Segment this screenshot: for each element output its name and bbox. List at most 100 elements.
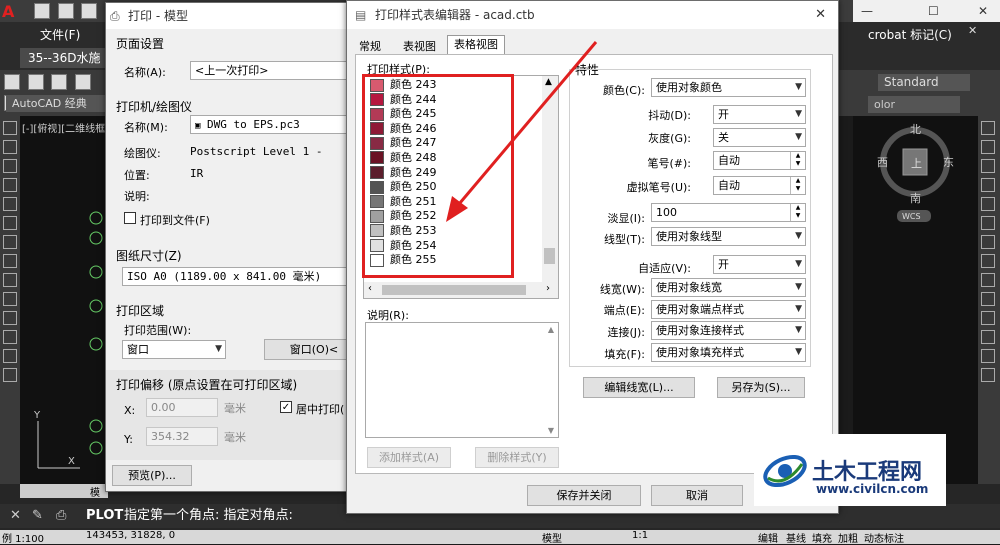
modify-tool-icon[interactable] bbox=[981, 197, 995, 211]
scroll-down-icon[interactable]: ▼ bbox=[548, 426, 554, 435]
adaptive-combo[interactable]: 开 ▼ bbox=[713, 255, 806, 274]
modify-tool-icon[interactable] bbox=[981, 159, 995, 173]
tab-general[interactable]: 常规 bbox=[359, 38, 381, 54]
modify-tool-icon[interactable] bbox=[981, 273, 995, 287]
line-tool-icon[interactable] bbox=[3, 121, 17, 135]
style-editor-titlebar[interactable]: ▤ 打印样式表编辑器 - acad.ctb ✕ bbox=[347, 1, 838, 29]
tool-icon[interactable] bbox=[27, 74, 44, 90]
offset-y-input[interactable]: 354.32 bbox=[146, 427, 218, 446]
save-as-button[interactable]: 另存为(S)... bbox=[717, 377, 805, 398]
paper-size-combo[interactable]: ISO A0 (1189.00 x 841.00 毫米) bbox=[122, 267, 364, 286]
open-file-icon[interactable] bbox=[57, 3, 74, 19]
spinner-arrows-icon[interactable]: ▲ ▼ bbox=[790, 204, 805, 221]
tool-icon[interactable] bbox=[74, 74, 91, 90]
viewport-label[interactable]: [-][俯视][二维线框 bbox=[22, 120, 105, 135]
modify-tool-icon[interactable] bbox=[981, 349, 995, 363]
print-to-file-checkbox[interactable] bbox=[124, 212, 136, 224]
description-textarea[interactable]: ▲ ▼ bbox=[365, 322, 559, 438]
printer-name-combo[interactable]: ▣ DWG to EPS.pc3 bbox=[190, 115, 364, 134]
color-combo[interactable]: 使用对象颜色 ▼ bbox=[651, 78, 806, 97]
model-button[interactable]: 模型 bbox=[542, 530, 562, 545]
polygon-tool-icon[interactable] bbox=[3, 159, 17, 173]
region-tool-icon[interactable] bbox=[3, 330, 17, 344]
horizontal-scrollbar[interactable]: ‹ › bbox=[364, 282, 558, 298]
modify-tool-icon[interactable] bbox=[981, 292, 995, 306]
point-tool-icon[interactable] bbox=[3, 292, 17, 306]
text-style-combo[interactable]: Standard bbox=[878, 74, 970, 91]
scroll-thumb[interactable] bbox=[544, 248, 555, 264]
baseline-button[interactable]: 基线 bbox=[786, 530, 806, 545]
color-combo[interactable]: olor bbox=[868, 96, 960, 113]
endpoint-combo[interactable]: 使用对象端点样式 ▼ bbox=[651, 300, 806, 319]
modify-tool-icon[interactable] bbox=[981, 178, 995, 192]
edit-button[interactable]: 编辑 bbox=[758, 530, 778, 545]
close-icon[interactable]: ✕ bbox=[815, 1, 826, 29]
ratio-button[interactable]: 1:1 bbox=[632, 530, 648, 541]
model-tab[interactable]: 模 bbox=[90, 484, 100, 499]
modify-tool-icon[interactable] bbox=[981, 140, 995, 154]
new-file-icon[interactable] bbox=[34, 3, 50, 19]
scroll-up-icon[interactable]: ▲ bbox=[548, 325, 554, 334]
center-plot-label[interactable]: 居中打印( bbox=[296, 401, 344, 417]
workspace-combo[interactable]: AutoCAD 经典 bbox=[6, 95, 106, 112]
edit-lineweight-button[interactable]: 编辑线宽(L)... bbox=[583, 377, 695, 398]
virtual-pen-spinner[interactable]: 自动 ▲ ▼ bbox=[713, 176, 806, 195]
viewcube-icon[interactable]: 上 北 南 西 东 WCS bbox=[873, 122, 973, 232]
close-icon[interactable]: ✕ bbox=[10, 504, 21, 528]
drawing-canvas[interactable]: [-][俯视][二维线框 Y X bbox=[20, 116, 108, 484]
delete-style-button[interactable]: 删除样式(Y) bbox=[475, 447, 559, 468]
tool-icon[interactable] bbox=[4, 74, 20, 90]
tab-table-view[interactable]: 表视图 bbox=[403, 38, 436, 54]
circle-tool-icon[interactable] bbox=[3, 216, 17, 230]
bold-button[interactable]: 加粗 bbox=[838, 530, 858, 545]
modify-tool-icon[interactable] bbox=[981, 216, 995, 230]
table-tool-icon[interactable] bbox=[3, 349, 17, 363]
lineweight-combo[interactable]: 使用对象线宽 ▼ bbox=[651, 278, 806, 297]
scroll-left-icon[interactable]: ‹ bbox=[368, 283, 372, 294]
center-plot-checkbox[interactable]: ✓ bbox=[280, 401, 292, 413]
rectangle-tool-icon[interactable] bbox=[3, 178, 17, 192]
text-tool-icon[interactable] bbox=[3, 368, 17, 382]
wrench-icon[interactable]: ✎ bbox=[32, 504, 43, 528]
linetype-combo[interactable]: 使用对象线型 ▼ bbox=[651, 227, 806, 246]
save-and-close-button[interactable]: 保存并关闭 bbox=[527, 485, 641, 506]
print-to-file-label[interactable]: 打印到文件(F) bbox=[140, 212, 210, 228]
spinner-arrows-icon[interactable]: ▲ ▼ bbox=[790, 152, 805, 169]
menu-acrobat[interactable]: crobat 标记(C) bbox=[868, 26, 952, 43]
modify-tool-icon[interactable] bbox=[981, 121, 995, 135]
modify-tool-icon[interactable] bbox=[981, 254, 995, 268]
dynamic-dim-button[interactable]: 动态标注 bbox=[864, 530, 904, 545]
join-combo[interactable]: 使用对象连接样式 ▼ bbox=[651, 321, 806, 340]
close-icon[interactable]: ✕ bbox=[978, 0, 988, 22]
spinner-arrows-icon[interactable]: ▲ ▼ bbox=[790, 177, 805, 194]
tool-icon[interactable] bbox=[51, 74, 67, 90]
ellipse-tool-icon[interactable] bbox=[3, 254, 17, 268]
autocad-logo-icon[interactable]: A bbox=[2, 2, 30, 21]
modify-tool-icon[interactable] bbox=[981, 311, 995, 325]
insert-block-icon[interactable] bbox=[3, 273, 17, 287]
fill-button[interactable]: 填充 bbox=[812, 530, 832, 545]
screening-spinner[interactable]: 100 ▲ ▼ bbox=[651, 203, 806, 222]
page-setup-name-combo[interactable]: <上一次打印> bbox=[190, 61, 364, 80]
minimize-icon[interactable]: — bbox=[861, 0, 873, 22]
scale-readout[interactable]: 例 1:100 bbox=[2, 530, 44, 545]
polyline-tool-icon[interactable] bbox=[3, 140, 17, 154]
modify-tool-icon[interactable] bbox=[981, 330, 995, 344]
modify-tool-icon[interactable] bbox=[981, 235, 995, 249]
modify-tool-icon[interactable] bbox=[981, 368, 995, 382]
scroll-right-icon[interactable]: › bbox=[546, 283, 550, 294]
h-scroll-thumb[interactable] bbox=[382, 285, 526, 295]
save-icon[interactable] bbox=[81, 3, 97, 19]
menu-file[interactable]: 文件(F) bbox=[40, 26, 80, 43]
dither-combo[interactable]: 开 ▼ bbox=[713, 105, 806, 124]
hatch-tool-icon[interactable] bbox=[3, 311, 17, 325]
plot-dialog-titlebar[interactable]: ⎙ 打印 - 模型 bbox=[106, 3, 362, 29]
plot-range-combo[interactable]: 窗口 ▼ bbox=[122, 340, 226, 359]
add-style-button[interactable]: 添加样式(A) bbox=[367, 447, 451, 468]
spline-tool-icon[interactable] bbox=[3, 235, 17, 249]
offset-x-input[interactable]: 0.00 bbox=[146, 398, 218, 417]
arc-tool-icon[interactable] bbox=[3, 197, 17, 211]
drawing-tab[interactable]: 35--36D水施 bbox=[20, 48, 110, 68]
maximize-icon[interactable]: ☐ bbox=[928, 0, 939, 22]
fill-combo[interactable]: 使用对象填充样式 ▼ bbox=[651, 343, 806, 362]
